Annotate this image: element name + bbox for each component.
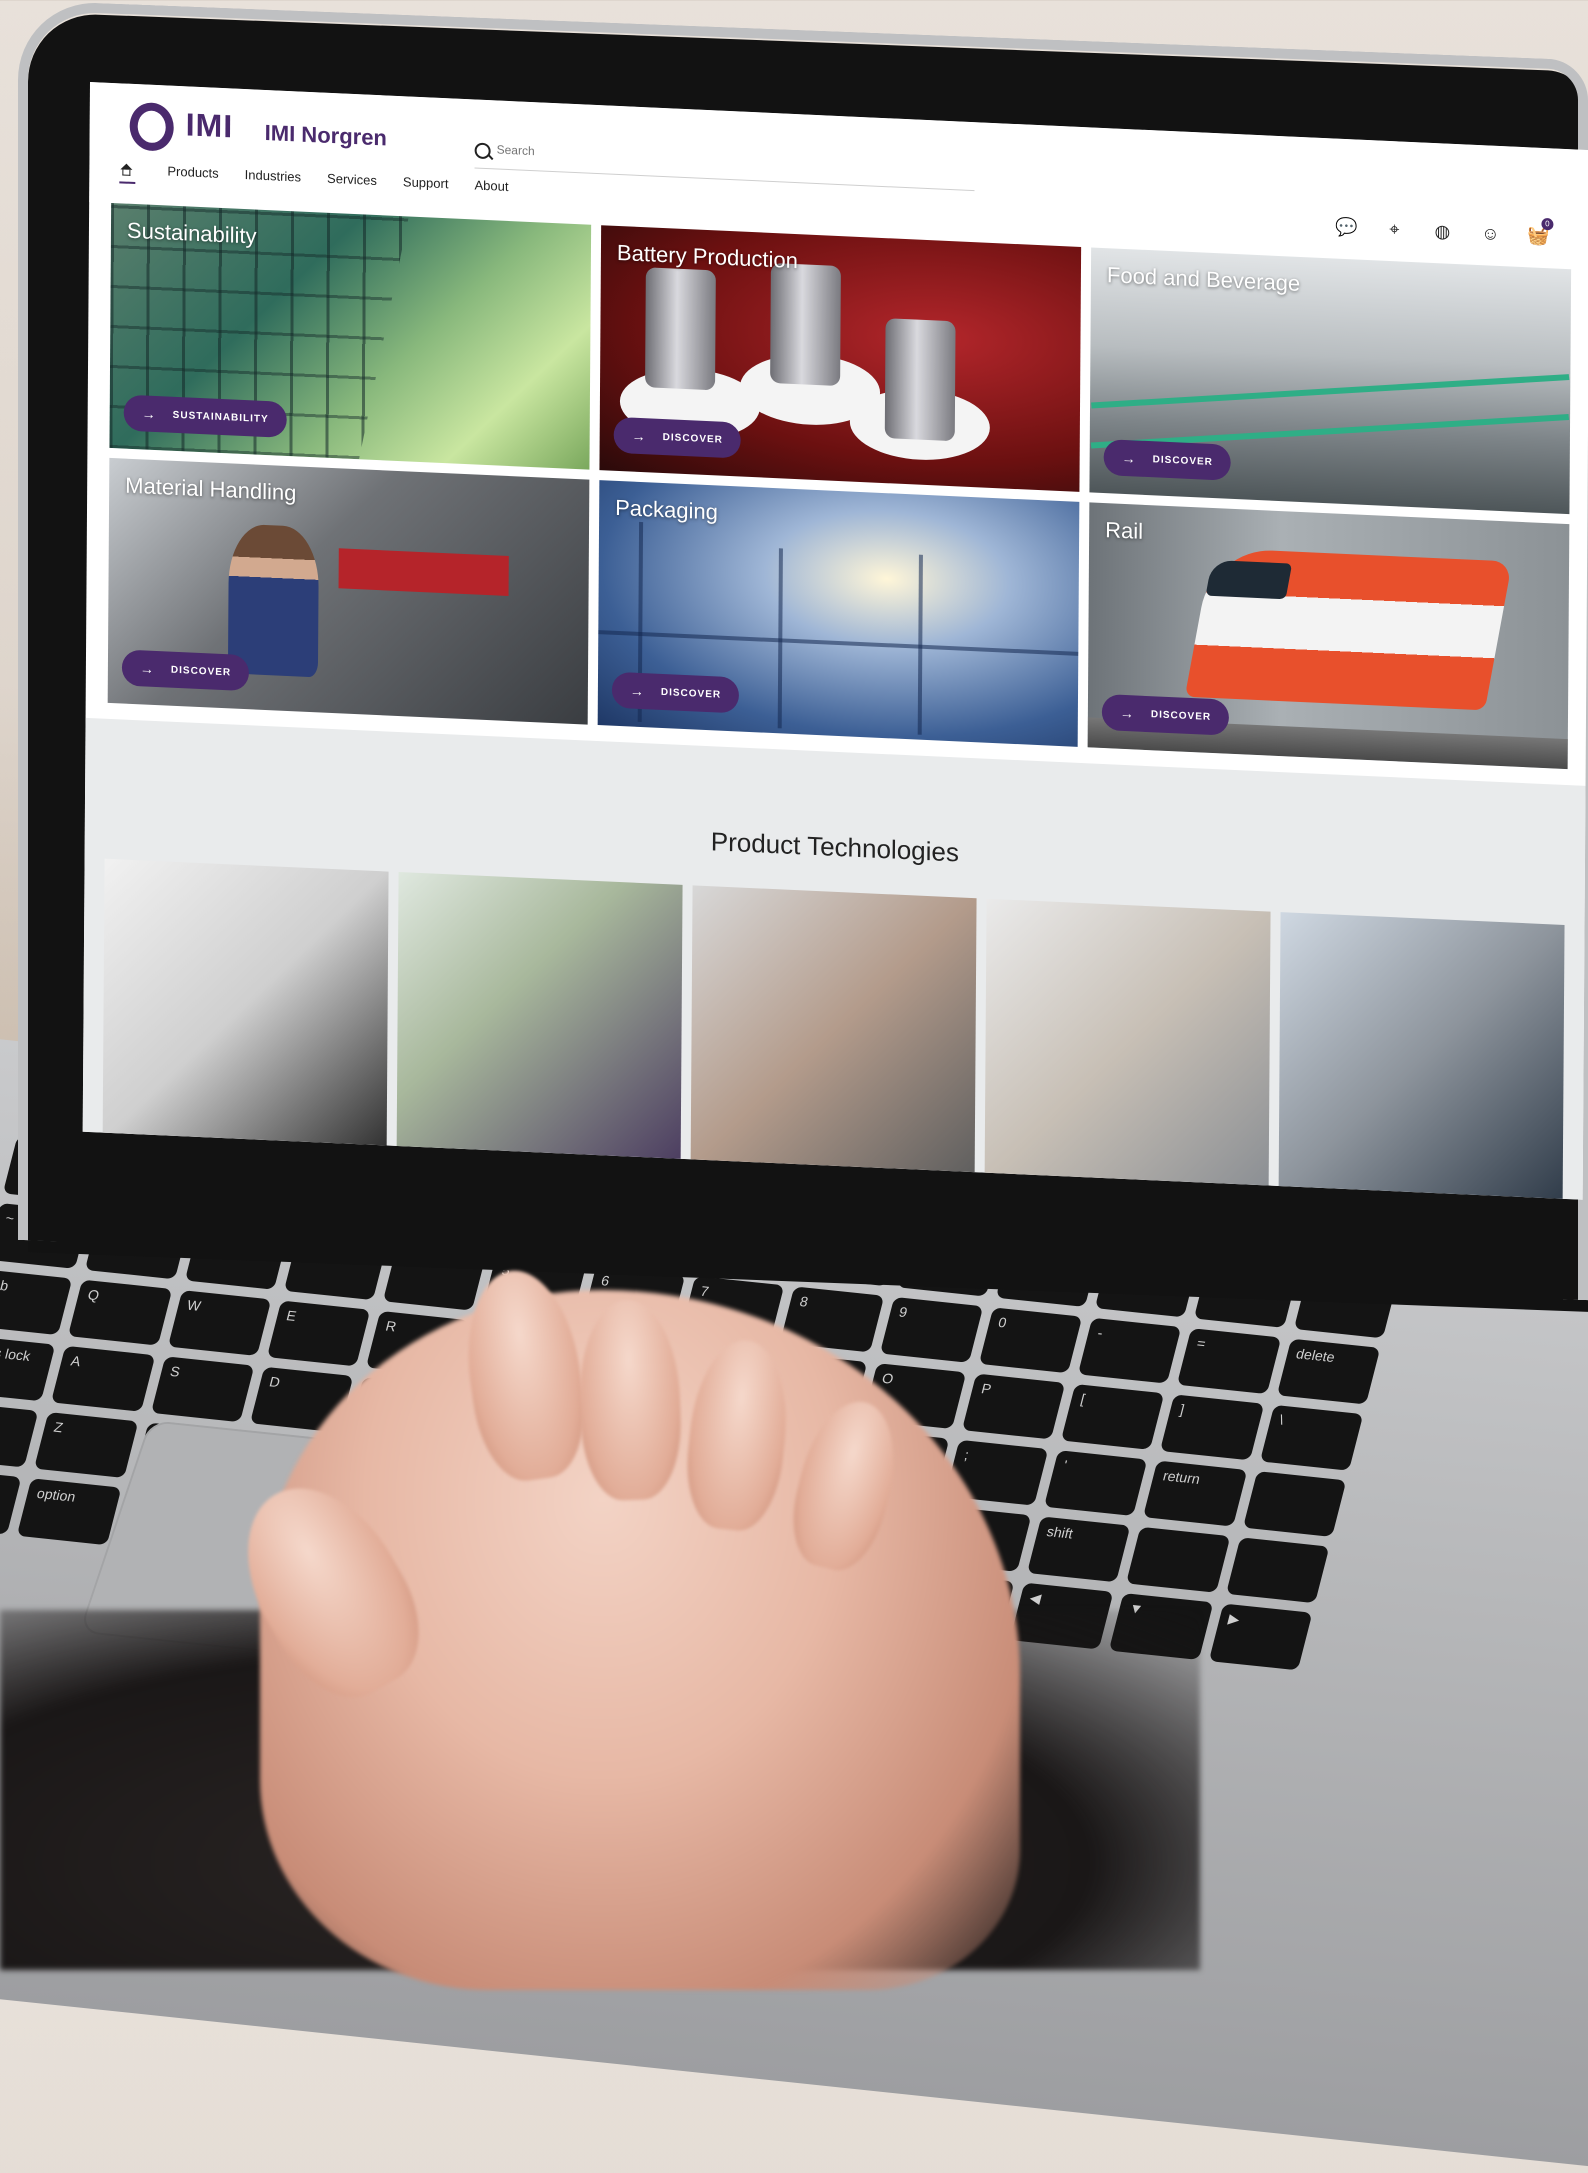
- main-nav: Products Industries Services Support Abo…: [119, 161, 508, 194]
- nav-item-about[interactable]: About: [474, 177, 508, 194]
- keyboard-key[interactable]: return: [1143, 1460, 1248, 1527]
- battery-cell: [645, 267, 716, 391]
- keyboard-key[interactable]: tab: [0, 1269, 73, 1336]
- keyboard-key[interactable]: Z: [34, 1412, 139, 1478]
- frame-bar: [598, 630, 1079, 656]
- keyboard-key[interactable]: [1126, 1526, 1231, 1593]
- keyboard-key[interactable]: option: [17, 1478, 122, 1546]
- discover-button[interactable]: → DISCOVER: [121, 649, 250, 692]
- keyboard-key[interactable]: -: [1077, 1317, 1182, 1384]
- button-label: DISCOVER: [660, 686, 722, 701]
- keyboard-key[interactable]: S: [150, 1356, 255, 1423]
- technology-card[interactable]: [396, 872, 683, 1165]
- tile-packaging[interactable]: Packaging → DISCOVER: [597, 480, 1080, 747]
- sustainability-button[interactable]: → SUSTAINABILITY: [123, 394, 287, 438]
- technology-card[interactable]: [1278, 912, 1565, 1200]
- tile-battery-production[interactable]: Battery Production → DISCOVER: [599, 225, 1082, 492]
- imi-logo-mark[interactable]: [129, 101, 174, 152]
- tile-title: Food and Beverage: [1106, 262, 1301, 296]
- engineer-figure: [227, 523, 319, 678]
- keyboard-key[interactable]: caps lock: [0, 1335, 56, 1402]
- tile-title: Packaging: [615, 494, 719, 525]
- keyboard-key[interactable]: delete: [1276, 1338, 1381, 1405]
- tile-material-handling[interactable]: Material Handling → DISCOVER: [107, 457, 590, 725]
- battery-cell: [884, 318, 956, 442]
- gripper-machine: [338, 548, 509, 597]
- battery-cell: [770, 262, 841, 387]
- arrow-right-icon: →: [631, 427, 647, 445]
- cart-count-badge: 0: [1541, 217, 1554, 231]
- user-icon[interactable]: ☺: [1479, 223, 1501, 245]
- discover-button[interactable]: → DISCOVER: [1101, 693, 1230, 736]
- home-active-indicator: [119, 181, 136, 185]
- button-label: DISCOVER: [1152, 453, 1213, 468]
- search-icon[interactable]: [474, 142, 491, 160]
- nav-item-services[interactable]: Services: [327, 171, 377, 188]
- keyboard-key[interactable]: Q: [68, 1279, 172, 1346]
- discover-button[interactable]: → DISCOVER: [613, 416, 742, 459]
- industry-grid: Sustainability → SUSTAINABILITY Battery P…: [107, 202, 1572, 770]
- chat-icon[interactable]: 💬: [1335, 217, 1358, 239]
- discover-button[interactable]: → DISCOVER: [611, 671, 740, 714]
- button-label: SUSTAINABILITY: [172, 409, 269, 425]
- basket-icon[interactable]: 🧺 0: [1527, 217, 1554, 247]
- tile-title: Battery Production: [616, 239, 799, 274]
- keyboard-key[interactable]: shift: [1027, 1516, 1131, 1583]
- keyboard-key[interactable]: \: [1259, 1404, 1364, 1471]
- arrow-right-icon: →: [141, 405, 157, 423]
- imi-logo-text[interactable]: IMI: [186, 106, 234, 145]
- arrow-right-icon: →: [1119, 704, 1135, 722]
- keyboard-key[interactable]: ]: [1160, 1394, 1265, 1461]
- keyboard-key[interactable]: =: [1177, 1328, 1282, 1395]
- tile-sustainability[interactable]: Sustainability → SUSTAINABILITY: [109, 202, 592, 470]
- nav-item-support[interactable]: Support: [403, 174, 449, 191]
- home-icon[interactable]: [119, 163, 133, 176]
- arrow-right-icon: →: [1121, 449, 1137, 467]
- train-windshield: [1205, 559, 1293, 600]
- keyboard-key[interactable]: 0: [978, 1307, 1083, 1374]
- location-pin-icon[interactable]: ⌖: [1383, 219, 1405, 241]
- button-label: DISCOVER: [662, 431, 723, 446]
- keyboard-key[interactable]: P: [961, 1373, 1066, 1440]
- button-label: DISCOVER: [1150, 708, 1212, 723]
- tile-title: Rail: [1105, 517, 1144, 544]
- discover-button[interactable]: → DISCOVER: [1103, 439, 1232, 481]
- arrow-right-icon: →: [629, 682, 645, 700]
- product-technologies-section: Product Technologies: [82, 717, 1586, 1200]
- technology-card[interactable]: [690, 885, 977, 1179]
- technology-card[interactable]: [102, 858, 389, 1152]
- search-bar[interactable]: [474, 139, 975, 192]
- brand-name[interactable]: IMI Norgren: [265, 120, 387, 152]
- keyboard-key[interactable]: E: [266, 1300, 371, 1367]
- keyboard-key[interactable]: [: [1061, 1383, 1165, 1450]
- button-label: DISCOVER: [170, 664, 232, 678]
- keyboard-key[interactable]: ': [1044, 1450, 1148, 1517]
- utility-icons: 💬 ⌖ ◍ ☺ 🧺 0: [1335, 217, 1554, 248]
- tile-title: Material Handling: [125, 472, 297, 506]
- keyboard-key[interactable]: ▶: [1208, 1603, 1313, 1671]
- keyboard-key[interactable]: control: [0, 1467, 22, 1535]
- nav-item-products[interactable]: Products: [167, 164, 218, 181]
- laptop-screen: IMI IMI Norgren Products Industries Serv…: [82, 82, 1588, 1200]
- keyboard-key[interactable]: W: [167, 1290, 272, 1356]
- keyboard-key[interactable]: [1242, 1471, 1347, 1537]
- technology-thumbnails: [102, 779, 1565, 1200]
- nav-item-industries[interactable]: Industries: [245, 167, 301, 185]
- keyboard-key[interactable]: 9: [879, 1296, 984, 1363]
- globe-icon[interactable]: ◍: [1431, 221, 1453, 243]
- search-input[interactable]: [494, 141, 799, 172]
- arrow-right-icon: →: [139, 660, 155, 677]
- tile-rail[interactable]: Rail → DISCOVER: [1087, 502, 1570, 770]
- keyboard-key[interactable]: shift: [0, 1401, 39, 1468]
- tile-food-and-beverage[interactable]: Food and Beverage → DISCOVER: [1089, 247, 1572, 515]
- technology-card[interactable]: [984, 898, 1271, 1192]
- keyboard-key[interactable]: [1225, 1537, 1330, 1604]
- conveyor-rail: [1091, 374, 1570, 409]
- keyboard-key[interactable]: A: [51, 1345, 155, 1412]
